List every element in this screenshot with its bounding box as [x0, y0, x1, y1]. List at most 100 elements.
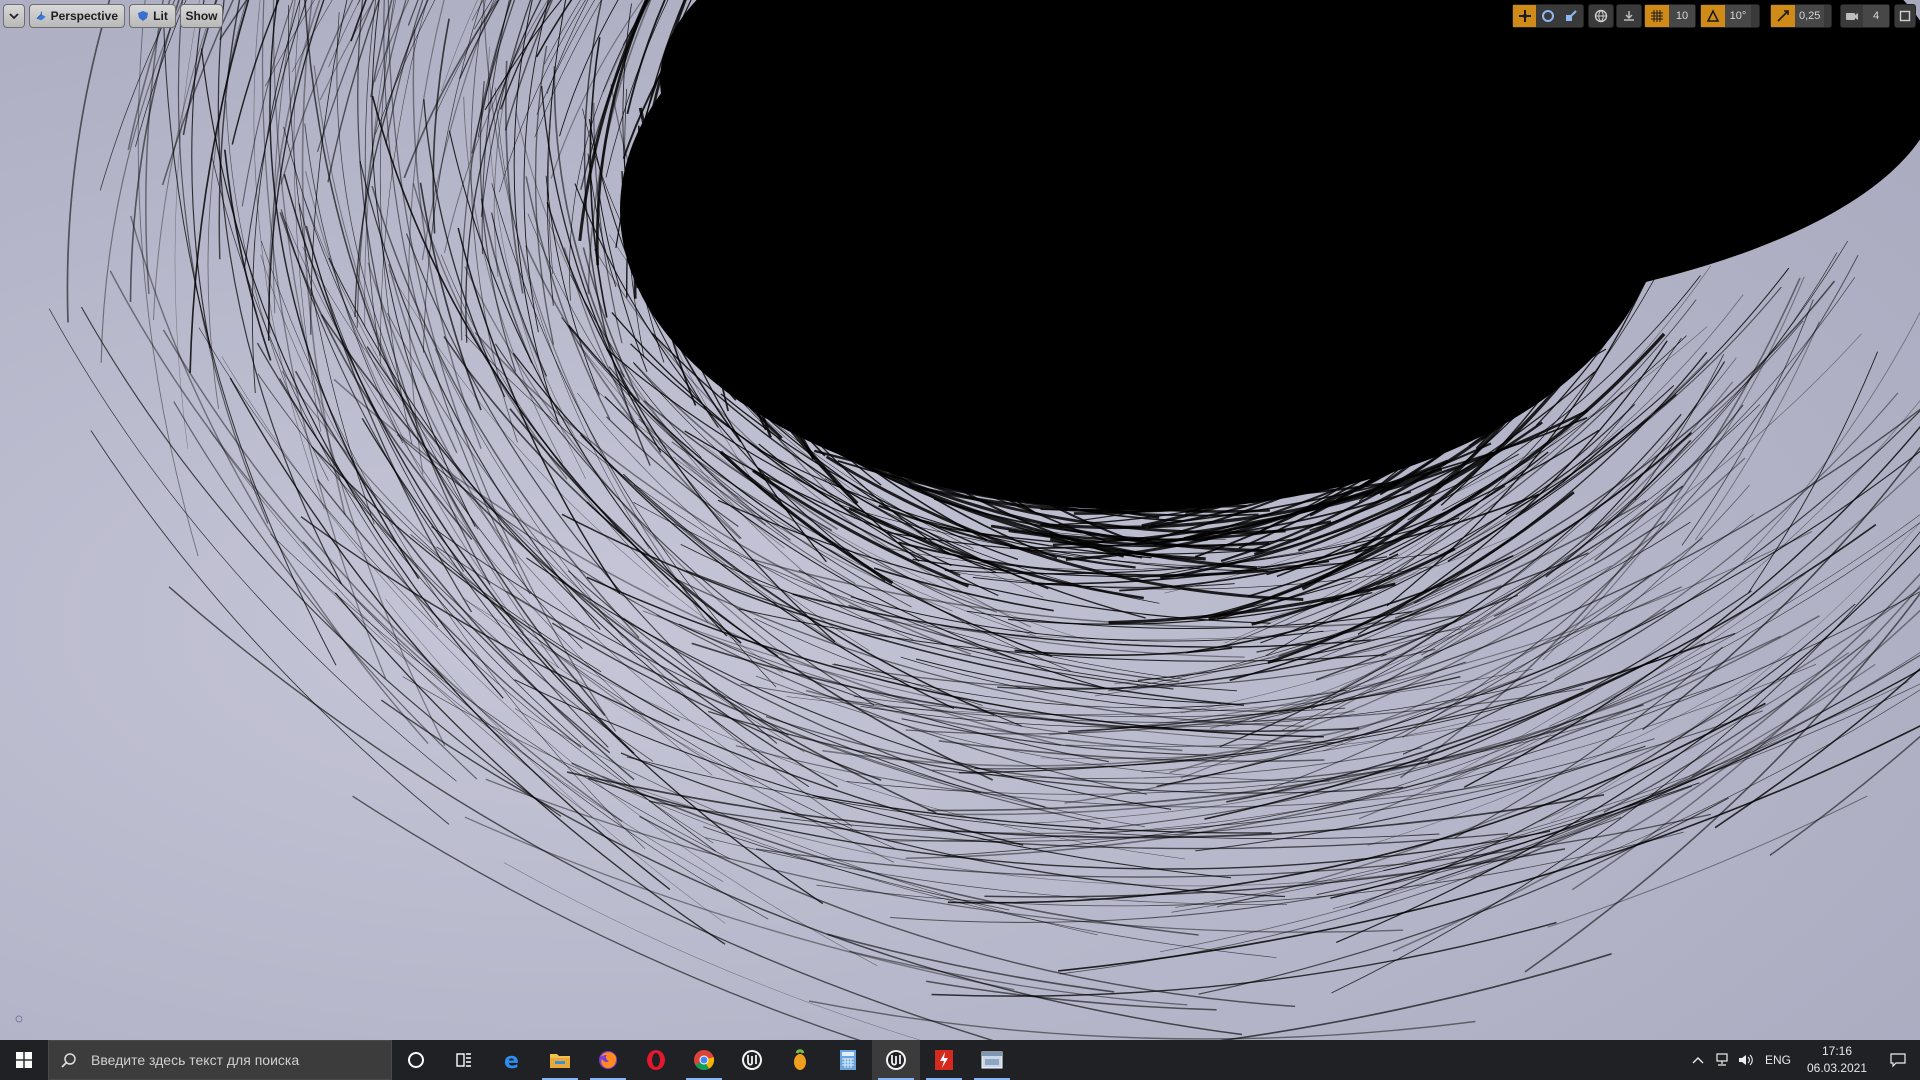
- scale-snap-icon: [1777, 10, 1789, 22]
- task-view-icon: [456, 1053, 471, 1067]
- hair-strand: [1681, 299, 1814, 546]
- input-language-indicator[interactable]: ENG: [1758, 1053, 1798, 1067]
- chevron-up-icon: [1692, 1057, 1704, 1064]
- hair-strand: [370, 0, 393, 98]
- coordinate-space-group: [1588, 4, 1614, 28]
- perspective-button[interactable]: Perspective: [29, 4, 125, 28]
- hair-strand: [705, 837, 1288, 905]
- hair-strand: [283, 174, 635, 755]
- scale-snap-group: 0,25: [1770, 4, 1832, 28]
- rotation-snap-group: 10°: [1700, 4, 1760, 28]
- clock-time: 17:16: [1821, 1044, 1853, 1058]
- hair-strand: [272, 0, 296, 314]
- hair-strands-render: [48, 0, 1920, 1040]
- scale-snap-toggle[interactable]: [1771, 5, 1795, 27]
- system-tray: ENG 17:16 06.03.2021: [1686, 1040, 1920, 1080]
- calculator-taskbar-item[interactable]: [824, 1040, 872, 1080]
- firefox-taskbar-item[interactable]: [584, 1040, 632, 1080]
- opera-taskbar-item[interactable]: [632, 1040, 680, 1080]
- edge-icon: e: [504, 1049, 519, 1071]
- show-button[interactable]: Show: [180, 4, 223, 28]
- scale-snap-value[interactable]: 0,25: [1795, 5, 1825, 27]
- app-window-taskbar-item[interactable]: [968, 1040, 1016, 1080]
- hair-strand: [997, 620, 1457, 690]
- hair-strand: [927, 703, 1644, 812]
- windows-logo-icon: [16, 1052, 32, 1068]
- globe-icon: [1594, 9, 1608, 23]
- rotate-tool-button[interactable]: [1536, 5, 1559, 27]
- hair-strand: [480, 198, 533, 364]
- hair-strand: [1558, 484, 1750, 665]
- svg-text:e: e: [504, 1049, 519, 1071]
- hair-strand: [1219, 953, 1612, 1040]
- rotation-snap-value[interactable]: 10°: [1725, 5, 1751, 27]
- camera-speed-button[interactable]: [1841, 5, 1863, 27]
- clock-date: 06.03.2021: [1806, 1061, 1868, 1075]
- surface-snapping-button[interactable]: [1617, 5, 1641, 27]
- hair-strand: [163, 18, 337, 666]
- surface-snap-group: [1616, 4, 1642, 28]
- scale-tool-button[interactable]: [1560, 5, 1583, 27]
- cortana-icon: [408, 1052, 424, 1068]
- cortana-button[interactable]: [392, 1040, 440, 1080]
- hair-strand: [1691, 572, 1920, 778]
- level-viewport[interactable]: Perspective Lit Show 10 10° 0,25 4: [0, 0, 1920, 1040]
- hair-strand: [385, 0, 424, 145]
- show-hidden-icons-button[interactable]: [1686, 1040, 1710, 1080]
- unreal-engine-taskbar-item[interactable]: [728, 1040, 776, 1080]
- hair-strand: [1493, 520, 1665, 617]
- hair-strand: [1226, 656, 1659, 803]
- unreal-engine-icon: [742, 1050, 762, 1070]
- task-view-button[interactable]: [440, 1040, 488, 1080]
- grid-snap-group: 10: [1644, 4, 1696, 28]
- chrome-icon: [694, 1050, 715, 1071]
- hair-strand: [1572, 585, 1920, 891]
- hair-strand: [174, 0, 200, 449]
- edge-taskbar-item[interactable]: e: [488, 1040, 536, 1080]
- hair-strand: [479, 81, 517, 372]
- fl-studio-icon: [794, 1049, 806, 1070]
- notification-icon: [1890, 1053, 1906, 1068]
- volume-icon: [1739, 1054, 1753, 1066]
- axis-indicator-icon: [15, 1015, 23, 1023]
- fl-studio-taskbar-item[interactable]: [776, 1040, 824, 1080]
- world-space-button[interactable]: [1589, 5, 1613, 27]
- camera-speed-value[interactable]: 4: [1863, 5, 1889, 27]
- hair-strand: [503, 862, 921, 1040]
- search-placeholder: Введите здесь текст для поиска: [91, 1052, 300, 1068]
- grid-snap-toggle[interactable]: [1645, 5, 1669, 27]
- translate-tool-button[interactable]: [1513, 5, 1537, 27]
- lit-button[interactable]: Lit: [129, 4, 176, 28]
- maximize-viewport-button[interactable]: [1895, 5, 1915, 27]
- network-icon: [1716, 1053, 1728, 1066]
- windows-taskbar: Введите здесь текст для поиска e ENG 17:…: [0, 1040, 1920, 1080]
- hair-strand: [261, 240, 646, 850]
- calculator-icon: [840, 1050, 856, 1070]
- grid-snap-value[interactable]: 10: [1669, 5, 1695, 27]
- opera-icon: [647, 1050, 665, 1070]
- chrome-taskbar-item[interactable]: [680, 1040, 728, 1080]
- hair-strand: [827, 933, 1115, 993]
- file-explorer-taskbar-item[interactable]: [536, 1040, 584, 1080]
- unreal-editor-taskbar-item[interactable]: [872, 1040, 920, 1080]
- hair-strand: [225, 100, 329, 481]
- rotation-snap-toggle[interactable]: [1701, 5, 1725, 27]
- camera-icon: [1846, 13, 1858, 20]
- flash-taskbar-item[interactable]: [920, 1040, 968, 1080]
- hair-strand: [280, 209, 609, 748]
- hair-strand: [279, 378, 717, 852]
- hair-strand: [1159, 652, 1920, 953]
- hair-strand: [410, 534, 602, 673]
- hair-strand: [931, 921, 1557, 997]
- hair-strand: [1028, 719, 1588, 824]
- action-center-button[interactable]: [1876, 1040, 1920, 1080]
- network-button[interactable]: [1710, 1040, 1734, 1080]
- viewport-options-button[interactable]: [3, 4, 25, 28]
- volume-button[interactable]: [1734, 1040, 1758, 1080]
- move-icon: [1518, 10, 1531, 22]
- taskbar-search-box[interactable]: Введите здесь текст для поиска: [48, 1040, 392, 1080]
- chevron-down-icon: [9, 13, 19, 20]
- hair-strand: [90, 430, 450, 825]
- start-button[interactable]: [0, 1040, 48, 1080]
- taskbar-clock[interactable]: 17:16 06.03.2021: [1798, 1043, 1876, 1077]
